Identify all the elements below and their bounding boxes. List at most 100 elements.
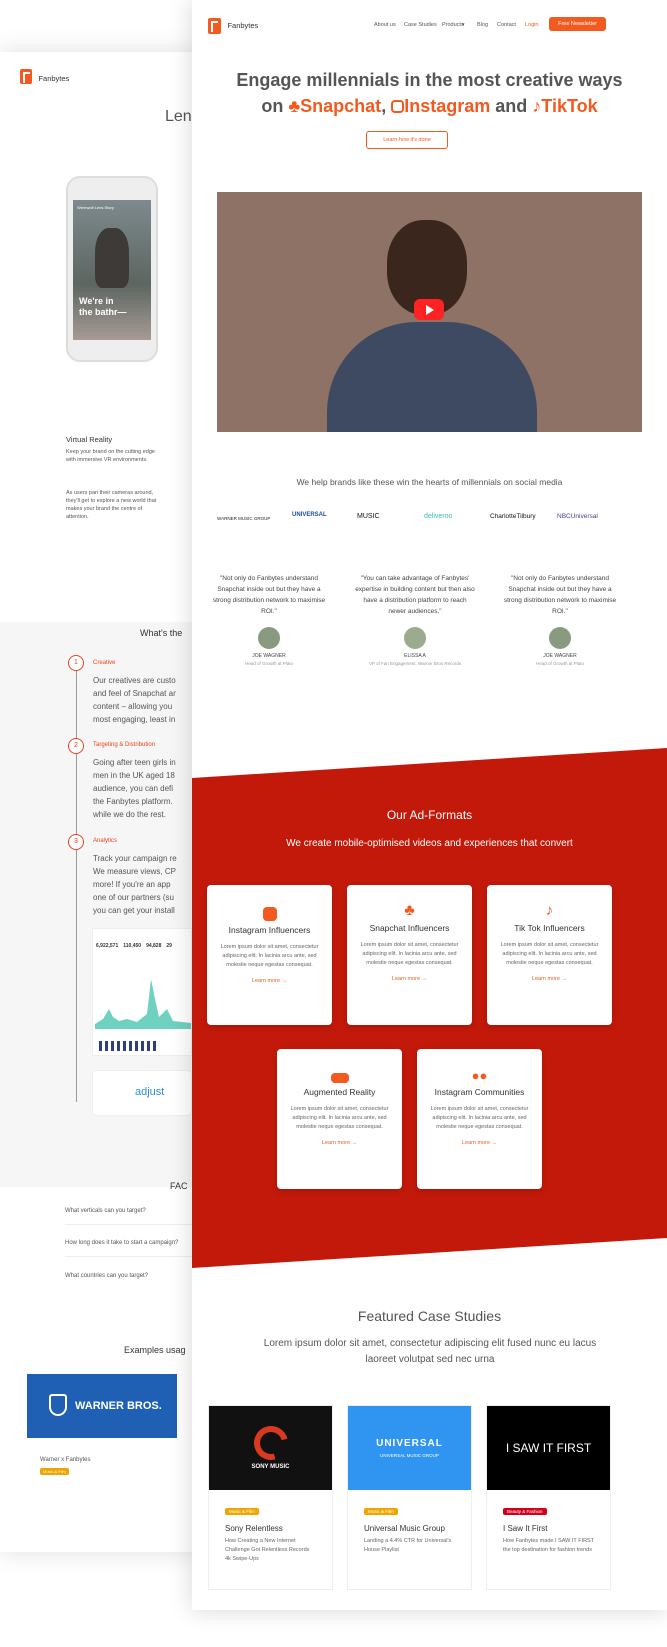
- hero-instagram: Instagram: [404, 96, 491, 116]
- card-desc: Lorem ipsum dolor sit amet, consectetur …: [360, 942, 459, 966]
- tiktok-icon: ♪: [545, 902, 554, 919]
- ad-format-card-instagram[interactable]: Instagram Influencers Lorem ipsum dolor …: [207, 885, 332, 1025]
- wb-shield-icon: [49, 1394, 67, 1416]
- instagram-icon: [262, 907, 277, 921]
- learn-more-link[interactable]: Learn more →: [417, 1140, 542, 1146]
- brand-logo-universal: UNIVERSAL: [292, 512, 327, 518]
- sony-logo-swirl: [247, 1419, 294, 1467]
- card-title: Instagram Influencers: [228, 925, 311, 935]
- ad-format-card-tiktok[interactable]: ♪ Tik Tok Influencers Lorem ipsum dolor …: [487, 885, 612, 1025]
- examples-heading: Examples usag: [124, 1345, 186, 1355]
- case-study-title: Universal Music Group: [364, 1524, 445, 1533]
- category-tag: Music & Film: [225, 1508, 259, 1515]
- avatar: [549, 627, 571, 649]
- whats-heading: What's the: [140, 628, 183, 638]
- hero-word-on: on: [261, 96, 284, 116]
- testimonial-name: JOE WAGNER: [543, 653, 577, 659]
- nav-about[interactable]: About us: [374, 22, 396, 28]
- testimonial-2: "You can take advantage of Fanbytes' exp…: [355, 573, 475, 668]
- case-studies-subtitle: Lorem ipsum dolor sit amet, consectetur …: [263, 1338, 597, 1365]
- nav-login[interactable]: Login: [525, 22, 538, 28]
- testimonial-name: ELISSA A: [404, 653, 426, 659]
- image-label: UNIVERSAL: [376, 1438, 443, 1449]
- nav-case-studies[interactable]: Case Studies: [404, 22, 437, 28]
- avatar: [404, 627, 426, 649]
- learn-how-button[interactable]: Learn how it's done: [366, 131, 448, 149]
- testimonial-1: "Not only do Fanbytes understand Snapcha…: [209, 573, 329, 668]
- brand-logo-apple-music: MUSIC: [357, 513, 380, 520]
- phone-mockup: Werewolf Lens Story We're in the bathr—: [66, 176, 158, 362]
- phone-caption-2: the bathr—: [79, 307, 127, 317]
- case-study-card-isawitfirst[interactable]: I SAW IT FIRST Beauty & Fashion I Saw It…: [486, 1405, 611, 1590]
- ad-format-card-communities[interactable]: ●● Instagram Communities Lorem ipsum dol…: [417, 1049, 542, 1189]
- learn-more-link[interactable]: Learn more →: [347, 976, 472, 982]
- free-newsletter-button[interactable]: Free Newsletter: [549, 17, 606, 31]
- case-study-desc: How Creating a New Internet Challenge Go…: [225, 1538, 310, 1562]
- nav-contact[interactable]: Contact: [497, 22, 516, 28]
- learn-more-link[interactable]: Learn more →: [207, 978, 332, 984]
- fanbytes-logo-icon: [208, 17, 221, 34]
- front-page: Fanbytes About us Case Studies Products …: [192, 0, 667, 1610]
- wb-tag: Music & Film: [40, 1468, 69, 1475]
- faq-item-1[interactable]: What verticals can you target?: [65, 1207, 146, 1216]
- image-label: I SAW IT FIRST: [505, 1441, 592, 1455]
- step-1-text: Our creatives are custo and feel of Snap…: [93, 676, 176, 724]
- faq-item-2[interactable]: How long does it take to start a campaig…: [65, 1239, 178, 1248]
- adjust-logo: adjust: [135, 1086, 165, 1098]
- hero-comma: ,: [381, 96, 387, 116]
- ad-format-card-ar[interactable]: Augmented Reality Lorem ipsum dolor sit …: [277, 1049, 402, 1189]
- brand-logo-nbcuniversal: NBCUniversal: [557, 513, 598, 520]
- case-study-card-sony[interactable]: SONY MUSIC Music & Film Sony Relentless …: [208, 1405, 333, 1590]
- nav-blog[interactable]: Blog: [477, 22, 488, 28]
- hero-video[interactable]: [217, 192, 642, 432]
- warner-bros-banner: WARNER BROS.: [27, 1374, 177, 1438]
- card-desc: Lorem ipsum dolor sit amet, consectetur …: [430, 1106, 529, 1130]
- card-title: Augmented Reality: [303, 1087, 376, 1097]
- card-desc: Lorem ipsum dolor sit amet, consectetur …: [500, 942, 599, 966]
- fanbytes-logo-icon: [20, 69, 32, 85]
- case-study-image: I SAW IT FIRST: [487, 1406, 610, 1490]
- case-study-image: SONY MUSIC: [209, 1406, 332, 1490]
- stat-1: 6,922,571: [96, 943, 119, 949]
- image-label: SONY MUSIC: [251, 1464, 290, 1470]
- faq-item-3[interactable]: What countries can you target?: [65, 1272, 148, 1281]
- testimonial-role: Head of Growth at Plato: [244, 661, 294, 666]
- wb-caption: Warner x Fanbytes: [40, 1457, 91, 1463]
- ad-formats-title: Our Ad-Formats: [386, 808, 473, 822]
- analytics-dashboard: 6,922,571 110,450 94,828 29: [92, 928, 192, 1056]
- step-3-text: Track your campaign re We measure views,…: [93, 854, 177, 915]
- step-2-text: Going after teen girls in men in the UK …: [93, 758, 176, 819]
- nav-products[interactable]: Products: [442, 22, 464, 28]
- front-logo[interactable]: Fanbytes: [208, 17, 258, 35]
- step-1-badge: 1: [68, 655, 84, 671]
- testimonial-quote: "You can take advantage of Fanbytes' exp…: [355, 575, 475, 615]
- vr-text-1: Keep your brand on the cutting edge with…: [66, 449, 155, 463]
- case-study-desc: How Fanbytes made I SAW IT FIRST the top…: [503, 1538, 594, 1553]
- phone-overlay-title: Werewolf Lens Story: [77, 205, 114, 210]
- case-study-card-universal[interactable]: UNIVERSAL UNIVERSAL MUSIC GROUP Music & …: [347, 1405, 472, 1590]
- phone-screen: Werewolf Lens Story We're in the bathr—: [73, 200, 151, 340]
- case-study-title: Sony Relentless: [225, 1524, 283, 1533]
- play-button-icon[interactable]: [414, 299, 444, 320]
- wb-label: WARNER BROS.: [75, 1400, 162, 1412]
- learn-more-link[interactable]: Learn more →: [277, 1140, 402, 1146]
- step-2-badge: 2: [68, 738, 84, 754]
- chevron-down-icon: ▾: [462, 22, 465, 28]
- brand-logo-deliveroo: deliveroo: [424, 513, 453, 520]
- back-page-preview: Fanbytes Lens Werewolf Lens Story We're …: [0, 52, 200, 1552]
- case-study-title: I Saw It First: [503, 1524, 548, 1533]
- faq-divider: [65, 1256, 200, 1257]
- brands-heading: We help brands like these win the hearts…: [296, 477, 563, 487]
- card-title: Tik Tok Influencers: [514, 923, 585, 933]
- learn-more-link[interactable]: Learn more →: [487, 976, 612, 982]
- step-2-title: Targeting & Distribution: [93, 742, 156, 748]
- back-logo[interactable]: Fanbytes: [20, 68, 69, 86]
- ad-format-card-snapchat[interactable]: ♣ Snapchat Influencers Lorem ipsum dolor…: [347, 885, 472, 1025]
- apple-music-text: MUSIC: [357, 513, 380, 520]
- faq-divider: [65, 1224, 200, 1225]
- card-title: Instagram Communities: [434, 1087, 525, 1097]
- stat-2: 110,450: [123, 943, 142, 949]
- timeline-line: [76, 662, 77, 1102]
- hero-snapchat: Snapchat: [300, 96, 382, 116]
- stat-4: 29: [166, 943, 172, 949]
